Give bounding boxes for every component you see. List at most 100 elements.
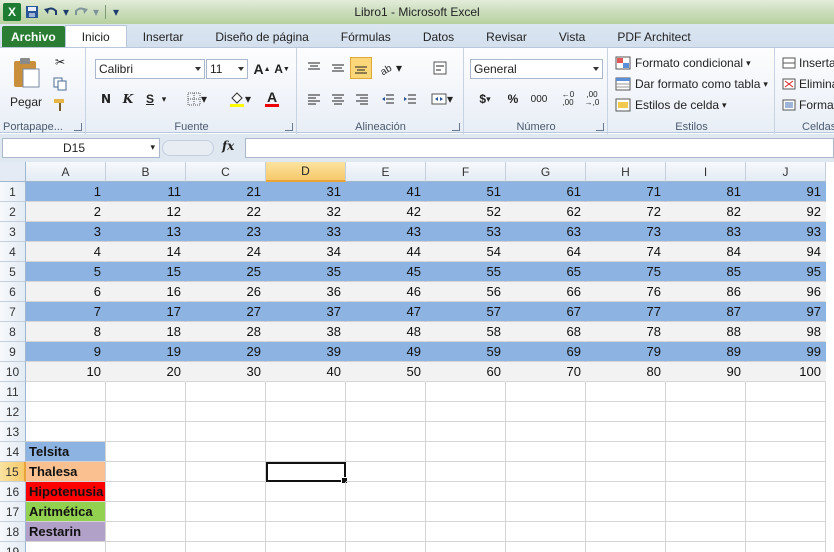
clipboard-launcher-icon[interactable] bbox=[74, 123, 82, 131]
cell-c4[interactable]: 24 bbox=[186, 242, 266, 262]
cell-a12[interactable] bbox=[26, 402, 106, 422]
cell-b13[interactable] bbox=[106, 422, 186, 442]
column-header-d[interactable]: D bbox=[266, 162, 346, 182]
cell-h13[interactable] bbox=[586, 422, 666, 442]
label-cell-restarin[interactable]: Restarin bbox=[26, 522, 106, 542]
cell-e13[interactable] bbox=[346, 422, 426, 442]
cell-c5[interactable]: 25 bbox=[186, 262, 266, 282]
cell-i17[interactable] bbox=[666, 502, 746, 522]
cell-f15[interactable] bbox=[426, 462, 506, 482]
cell-j15[interactable] bbox=[746, 462, 826, 482]
name-box-dropdown-icon[interactable]: ▾ bbox=[150, 142, 155, 153]
cell-a6[interactable]: 6 bbox=[26, 282, 106, 302]
worksheet-grid[interactable]: A B C D E F G H I J 1 2 3 4 5 6 7 8 9 10 11 12 13 14 15 16 17 18 19 1… bbox=[0, 162, 834, 552]
cell-b5[interactable]: 15 bbox=[106, 262, 186, 282]
cell-c15[interactable] bbox=[186, 462, 266, 482]
cell-h4[interactable]: 74 bbox=[586, 242, 666, 262]
cell-i13[interactable] bbox=[666, 422, 746, 442]
cell-e1[interactable]: 41 bbox=[346, 182, 426, 202]
cell-g11[interactable] bbox=[506, 382, 586, 402]
wrap-text-icon[interactable] bbox=[430, 58, 450, 78]
cell-j13[interactable] bbox=[746, 422, 826, 442]
cell-h10[interactable]: 80 bbox=[586, 362, 666, 382]
cell-f12[interactable] bbox=[426, 402, 506, 422]
row-header-17[interactable]: 17 bbox=[0, 502, 26, 522]
column-header-g[interactable]: G bbox=[506, 162, 586, 182]
cell-f19[interactable] bbox=[426, 542, 506, 552]
cell-e14[interactable] bbox=[346, 442, 426, 462]
cell-d5[interactable]: 35 bbox=[266, 262, 346, 282]
cell-h15[interactable] bbox=[586, 462, 666, 482]
cell-i2[interactable]: 82 bbox=[666, 202, 746, 222]
cell-g19[interactable] bbox=[506, 542, 586, 552]
format-cells-button[interactable]: Formato bbox=[782, 95, 834, 115]
cell-e10[interactable]: 50 bbox=[346, 362, 426, 382]
cell-d19[interactable] bbox=[266, 542, 346, 552]
decrease-indent-icon[interactable] bbox=[378, 89, 398, 109]
cell-f5[interactable]: 55 bbox=[426, 262, 506, 282]
bold-button[interactable]: N bbox=[97, 89, 115, 109]
cell-a2[interactable]: 2 bbox=[26, 202, 106, 222]
column-header-i[interactable]: I bbox=[666, 162, 746, 182]
cell-e18[interactable] bbox=[346, 522, 426, 542]
column-header-c[interactable]: C bbox=[186, 162, 266, 182]
tab-formulas[interactable]: Fórmulas bbox=[325, 26, 407, 48]
conditional-format-button[interactable]: Formato condicional ▾ bbox=[615, 53, 773, 73]
cell-i11[interactable] bbox=[666, 382, 746, 402]
cell-d10[interactable]: 40 bbox=[266, 362, 346, 382]
cell-g17[interactable] bbox=[506, 502, 586, 522]
formula-input[interactable] bbox=[245, 138, 834, 158]
cell-i5[interactable]: 85 bbox=[666, 262, 746, 282]
number-format-dropdown[interactable]: General bbox=[470, 59, 603, 79]
cell-f3[interactable]: 53 bbox=[426, 222, 506, 242]
cell-i4[interactable]: 84 bbox=[666, 242, 746, 262]
column-header-a[interactable]: A bbox=[26, 162, 106, 182]
cell-f1[interactable]: 51 bbox=[426, 182, 506, 202]
column-header-f[interactable]: F bbox=[426, 162, 506, 182]
paste-button[interactable]: Pegar bbox=[8, 54, 44, 112]
tab-inicio[interactable]: Inicio bbox=[64, 25, 127, 48]
cell-j18[interactable] bbox=[746, 522, 826, 542]
cell-h3[interactable]: 73 bbox=[586, 222, 666, 242]
cell-g2[interactable]: 62 bbox=[506, 202, 586, 222]
cell-f16[interactable] bbox=[426, 482, 506, 502]
row-header-11[interactable]: 11 bbox=[0, 382, 26, 402]
cell-a5[interactable]: 5 bbox=[26, 262, 106, 282]
cell-c10[interactable]: 30 bbox=[186, 362, 266, 382]
cell-c3[interactable]: 23 bbox=[186, 222, 266, 242]
cell-h12[interactable] bbox=[586, 402, 666, 422]
cell-c9[interactable]: 29 bbox=[186, 342, 266, 362]
cell-d8[interactable]: 38 bbox=[266, 322, 346, 342]
cell-j4[interactable]: 94 bbox=[746, 242, 826, 262]
active-cell[interactable] bbox=[266, 462, 348, 484]
cell-b17[interactable] bbox=[106, 502, 186, 522]
alignment-launcher-icon[interactable] bbox=[452, 123, 460, 131]
cell-e3[interactable]: 43 bbox=[346, 222, 426, 242]
cell-j14[interactable] bbox=[746, 442, 826, 462]
cell-b4[interactable]: 14 bbox=[106, 242, 186, 262]
cell-c11[interactable] bbox=[186, 382, 266, 402]
cell-f14[interactable] bbox=[426, 442, 506, 462]
cell-b12[interactable] bbox=[106, 402, 186, 422]
cell-d13[interactable] bbox=[266, 422, 346, 442]
row-header-6[interactable]: 6 bbox=[0, 282, 26, 302]
cell-j9[interactable]: 99 bbox=[746, 342, 826, 362]
cell-g4[interactable]: 64 bbox=[506, 242, 586, 262]
cell-e5[interactable]: 45 bbox=[346, 262, 426, 282]
cell-b10[interactable]: 20 bbox=[106, 362, 186, 382]
cell-b9[interactable]: 19 bbox=[106, 342, 186, 362]
cell-h6[interactable]: 76 bbox=[586, 282, 666, 302]
cell-d16[interactable] bbox=[266, 482, 346, 502]
font-name-dropdown[interactable]: Calibri bbox=[95, 59, 205, 79]
cell-e7[interactable]: 47 bbox=[346, 302, 426, 322]
column-header-h[interactable]: H bbox=[586, 162, 666, 182]
cell-a10[interactable]: 10 bbox=[26, 362, 106, 382]
orientation-icon[interactable]: ab ▾ bbox=[378, 58, 404, 78]
cell-d9[interactable]: 39 bbox=[266, 342, 346, 362]
delete-cells-button[interactable]: Eliminar bbox=[782, 74, 834, 94]
tab-diseno-pagina[interactable]: Diseño de página bbox=[199, 26, 324, 48]
tab-pdf-architect[interactable]: PDF Architect bbox=[601, 26, 706, 48]
underline-dropdown-icon[interactable]: ▾ bbox=[159, 89, 169, 109]
align-bottom-icon[interactable] bbox=[350, 57, 372, 79]
cell-h7[interactable]: 77 bbox=[586, 302, 666, 322]
